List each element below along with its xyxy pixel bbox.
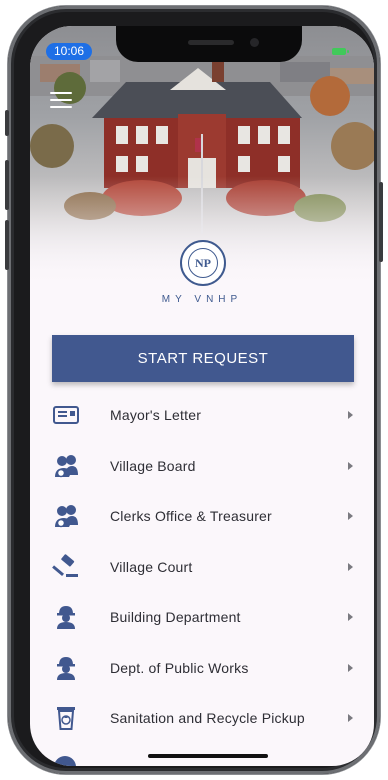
menu-item-building-department[interactable]: Building Department xyxy=(30,592,374,643)
gavel-icon xyxy=(52,553,78,577)
hard-hat-worker-icon xyxy=(57,606,75,629)
phone-power-button xyxy=(379,182,383,262)
menu-item-sanitation-recycle[interactable]: Sanitation and Recycle Pickup xyxy=(30,693,374,744)
people-group-icon xyxy=(55,505,78,528)
menu-item-village-court[interactable]: Village Court xyxy=(30,542,374,593)
seal-inner-ring: NP xyxy=(188,248,218,278)
menu-item-mayors-letter[interactable]: Mayor's Letter xyxy=(30,390,374,441)
chevron-right-icon xyxy=(348,613,353,621)
phone-volume-up xyxy=(5,160,9,210)
menu-item-public-works[interactable]: Dept. of Public Works xyxy=(30,643,374,694)
partial-next-item-icon xyxy=(54,756,76,766)
menu-item-label: Sanitation and Recycle Pickup xyxy=(110,710,305,726)
chevron-right-icon xyxy=(348,411,353,419)
village-seal-logo: NP xyxy=(180,240,226,286)
menu-item-label: Village Board xyxy=(110,457,196,474)
menu-item-label: Clerks Office & Treasurer xyxy=(110,508,272,524)
chevron-right-icon xyxy=(348,714,353,722)
phone-volume-down xyxy=(5,220,9,270)
phone-frame: 10:06 NP MY VNHP START REQUEST Mayor's L… xyxy=(5,6,383,774)
menu-item-label: Building Department xyxy=(110,609,241,625)
seal-monogram: NP xyxy=(195,256,211,270)
home-indicator[interactable] xyxy=(148,754,268,758)
chevron-right-icon xyxy=(348,461,353,470)
menu-item-label: Dept. of Public Works xyxy=(110,659,249,676)
main-menu-list: Mayor's Letter Village Board Clerks Offi… xyxy=(30,390,374,744)
phone-side-button xyxy=(5,110,9,136)
chevron-right-icon xyxy=(348,562,353,571)
hamburger-menu-icon[interactable] xyxy=(50,92,72,110)
chevron-right-icon xyxy=(348,512,353,520)
hard-hat-worker-icon xyxy=(57,656,75,680)
people-group-icon xyxy=(55,454,78,477)
notch-speaker xyxy=(188,40,234,45)
app-screen: 10:06 NP MY VNHP START REQUEST Mayor's L… xyxy=(30,26,374,766)
recycle-bin-icon xyxy=(57,707,75,730)
status-time: 10:06 xyxy=(46,43,92,60)
battery-icon xyxy=(332,48,349,55)
chevron-right-icon xyxy=(348,663,353,672)
menu-item-label: Mayor's Letter xyxy=(110,407,202,423)
app-brand-name: MY VNHP xyxy=(161,294,243,305)
menu-item-label: Village Court xyxy=(110,558,193,575)
front-camera xyxy=(250,38,259,47)
menu-item-clerks-office[interactable]: Clerks Office & Treasurer xyxy=(30,491,374,542)
device-notch xyxy=(116,26,302,62)
menu-item-village-board[interactable]: Village Board xyxy=(30,441,374,492)
start-request-button[interactable]: START REQUEST xyxy=(52,335,354,382)
letter-icon xyxy=(53,406,79,424)
